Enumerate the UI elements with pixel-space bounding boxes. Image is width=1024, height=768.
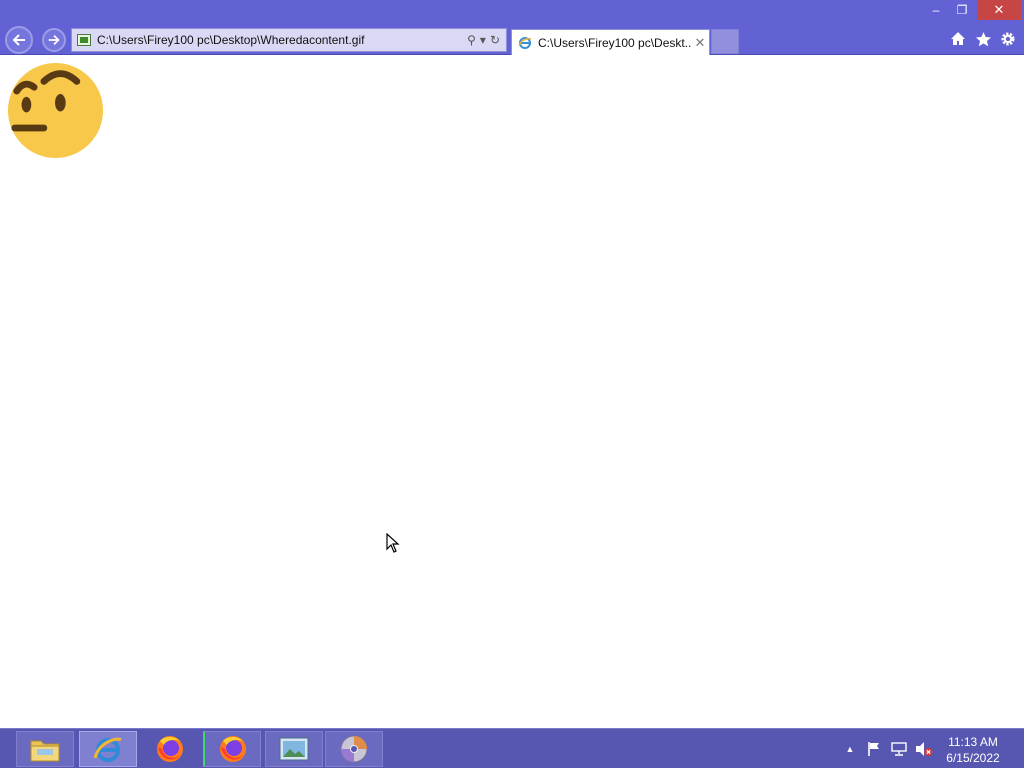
raised-eyebrow-emoji-image bbox=[7, 62, 104, 159]
image-file-icon bbox=[77, 34, 91, 46]
tab-title: C:\Users\Firey100 pc\Deskt... bbox=[538, 35, 691, 50]
forward-arrow-icon bbox=[48, 35, 60, 45]
address-bar[interactable]: C:\Users\Firey100 pc\Desktop\Wheredacont… bbox=[71, 28, 507, 52]
close-button[interactable]: ✕ bbox=[977, 0, 1021, 20]
back-button[interactable] bbox=[5, 26, 33, 54]
taskbar: ▲ 11:13 AM 6/15/2022 bbox=[0, 728, 1024, 768]
ie-icon bbox=[93, 737, 122, 762]
tab-active[interactable]: C:\Users\Firey100 pc\Deskt... ✕ bbox=[511, 29, 710, 55]
disc-icon bbox=[340, 735, 368, 763]
page-content bbox=[0, 55, 1024, 728]
back-arrow-icon bbox=[12, 34, 25, 46]
taskbar-firefox[interactable] bbox=[141, 731, 199, 767]
minimize-button[interactable]: – bbox=[922, 0, 950, 20]
address-tools: ⚲ ▾ ↻ bbox=[467, 33, 500, 47]
favorites-star-icon[interactable] bbox=[973, 29, 993, 49]
tab-close-icon[interactable]: ✕ bbox=[691, 35, 709, 51]
search-icon[interactable]: ⚲ bbox=[467, 33, 476, 47]
taskbar-internet-explorer[interactable] bbox=[79, 731, 137, 767]
taskbar-dvd-maker[interactable] bbox=[325, 731, 383, 767]
mouse-pointer-icon bbox=[386, 533, 400, 553]
clock-time: 11:13 AM bbox=[948, 735, 998, 749]
network-icon[interactable] bbox=[890, 735, 908, 763]
taskbar-firefox-2[interactable] bbox=[203, 731, 261, 767]
firefox-icon bbox=[157, 736, 183, 762]
ie-icon bbox=[518, 36, 532, 49]
picture-icon bbox=[279, 737, 309, 761]
address-url[interactable]: C:\Users\Firey100 pc\Desktop\Wheredacont… bbox=[97, 33, 467, 47]
browser-chrome: – ❐ ✕ C:\Users\Firey100 pc\Desktop\Where… bbox=[0, 0, 1024, 55]
taskbar-photo-viewer[interactable] bbox=[265, 731, 323, 767]
refresh-icon[interactable]: ↻ bbox=[490, 33, 500, 47]
home-icon[interactable] bbox=[948, 29, 968, 49]
chevron-down-icon[interactable]: ▾ bbox=[480, 33, 486, 47]
clock[interactable]: 11:13 AM 6/15/2022 bbox=[940, 734, 1006, 766]
new-tab-button[interactable] bbox=[711, 29, 739, 54]
forward-button[interactable] bbox=[42, 28, 66, 52]
restore-button[interactable]: ❐ bbox=[950, 0, 974, 20]
settings-gear-icon[interactable] bbox=[998, 29, 1018, 49]
clock-date: 6/15/2022 bbox=[946, 751, 1000, 765]
taskbar-file-explorer[interactable] bbox=[16, 731, 74, 767]
show-hidden-icons-button[interactable]: ▲ bbox=[843, 735, 857, 763]
volume-muted-icon[interactable] bbox=[914, 735, 934, 763]
folder-icon bbox=[30, 740, 60, 762]
action-center-flag-icon[interactable] bbox=[865, 735, 883, 763]
firefox-icon bbox=[219, 736, 246, 762]
